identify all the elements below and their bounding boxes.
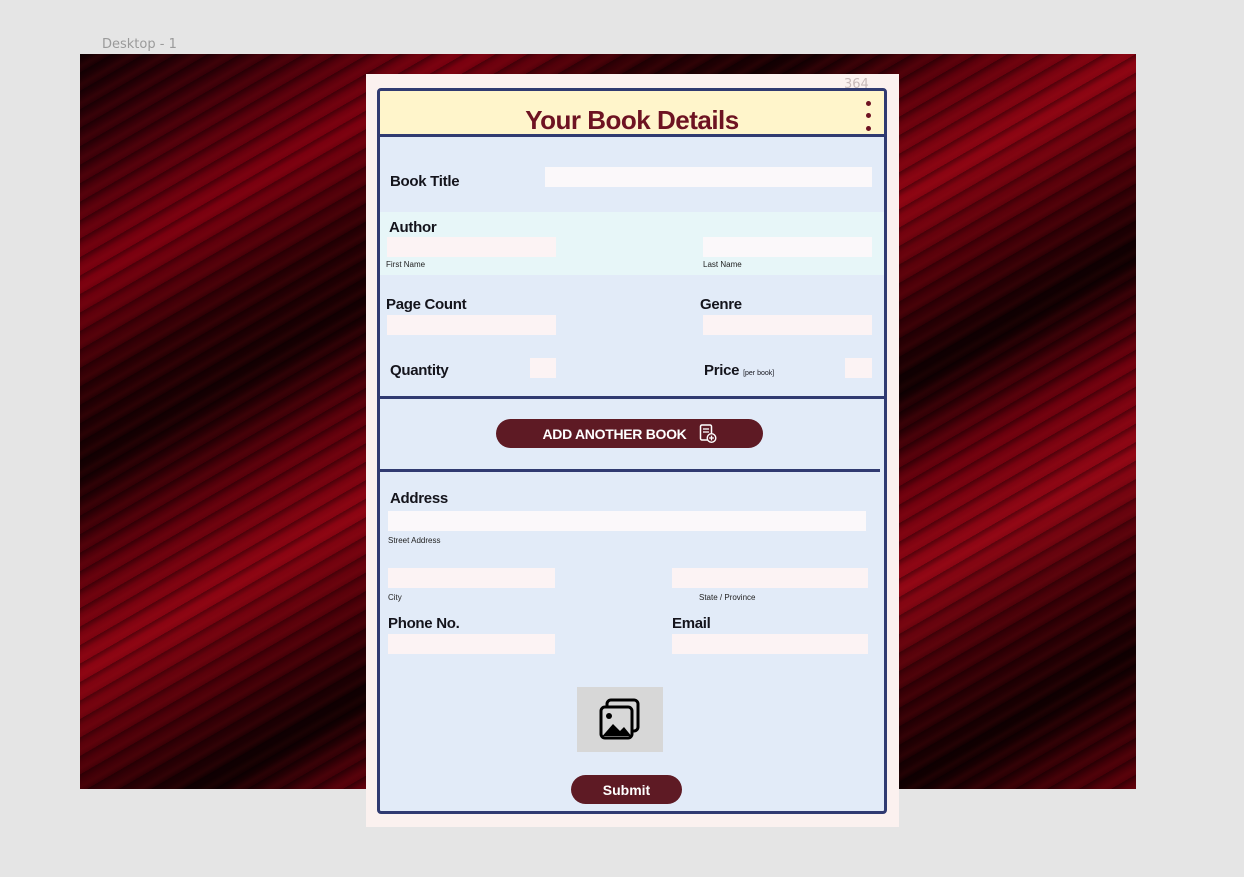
- book-title-input[interactable]: [545, 167, 872, 187]
- address-label: Address: [390, 490, 448, 507]
- book-title-label: Book Title: [390, 173, 460, 190]
- add-another-book-label: ADD ANOTHER BOOK: [542, 425, 687, 442]
- phone-input[interactable]: [388, 634, 555, 654]
- city-input[interactable]: [388, 568, 555, 588]
- email-label: Email: [672, 615, 711, 632]
- price-label-text: Price: [704, 362, 740, 379]
- genre-input[interactable]: [703, 315, 872, 335]
- image-upload-button[interactable]: [577, 687, 663, 752]
- frame-label[interactable]: Desktop - 1: [102, 37, 177, 52]
- state-province-label: State / Province: [699, 593, 756, 602]
- add-document-icon: [699, 423, 717, 443]
- quantity-input[interactable]: [530, 358, 556, 378]
- author-label: Author: [389, 219, 437, 236]
- first-name-label: First Name: [386, 260, 426, 269]
- quantity-label: Quantity: [390, 362, 449, 379]
- add-another-book-button[interactable]: ADD ANOTHER BOOK: [496, 419, 763, 448]
- phone-label: Phone No.: [388, 615, 460, 632]
- first-name-input[interactable]: [387, 237, 556, 257]
- state-province-input[interactable]: [672, 568, 868, 588]
- street-address-label: Street Address: [388, 536, 441, 545]
- section-divider-top: [380, 396, 884, 399]
- submit-button[interactable]: Submit: [571, 775, 682, 804]
- genre-label: Genre: [700, 296, 742, 313]
- image-gallery-icon: [599, 698, 640, 739]
- page-count-label: Page Count: [386, 296, 467, 313]
- form-header: Your Book Details: [380, 91, 884, 137]
- section-divider-bottom: [380, 469, 880, 472]
- form-title: Your Book Details: [525, 105, 739, 135]
- last-name-input[interactable]: [703, 237, 872, 257]
- email-input[interactable]: [672, 634, 868, 654]
- last-name-label: Last Name: [703, 260, 742, 269]
- price-input[interactable]: [845, 358, 872, 378]
- price-note: [per book]: [743, 370, 775, 377]
- price-label: Price [per book]: [704, 362, 774, 379]
- book-details-card: Your Book Details Book Title Author Firs…: [377, 88, 887, 814]
- street-address-input[interactable]: [388, 511, 866, 531]
- city-label: City: [388, 593, 402, 602]
- page-count-input[interactable]: [387, 315, 556, 335]
- kebab-menu-icon[interactable]: [864, 99, 872, 133]
